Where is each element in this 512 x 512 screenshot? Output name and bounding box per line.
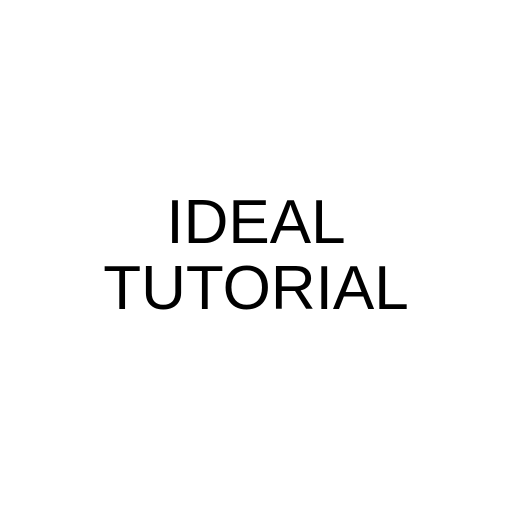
canvas: IDEAL TUTORIAL [0,0,512,512]
title-block: IDEAL TUTORIAL [0,190,512,322]
title-line-1: IDEAL [166,188,346,257]
title-line-2: TUTORIAL [103,254,409,323]
